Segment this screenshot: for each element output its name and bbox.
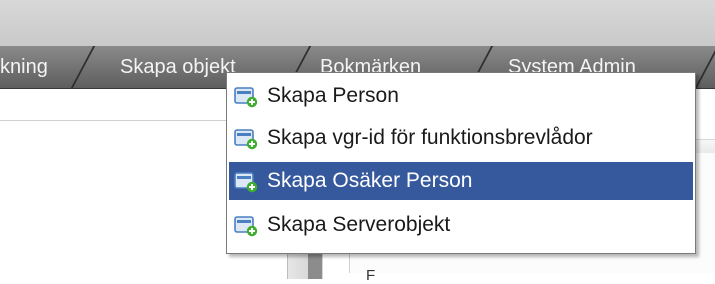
tab-separator <box>70 46 96 88</box>
add-card-icon <box>234 129 258 150</box>
tab-label: Skapa objekt <box>120 56 236 78</box>
tab-search[interactable]: kning <box>0 48 62 86</box>
menu-item-create-server-object[interactable]: Skapa Serverobjekt <box>229 206 693 244</box>
create-object-dropdown: Skapa Person Skapa vgr-id för funktionsb… <box>226 72 696 254</box>
menu-item-label: Skapa Osäker Person <box>267 169 473 192</box>
right-pane-fragment: F <box>366 267 376 284</box>
menu-item-label: Skapa vgr-id för funktionsbrevlådor <box>267 126 593 149</box>
menu-item-create-person[interactable]: Skapa Person <box>229 77 693 115</box>
menu-item-label: Skapa Person <box>267 84 399 107</box>
window-top-band <box>0 0 715 46</box>
tab-label: kning <box>0 56 48 78</box>
menu-item-label: Skapa Serverobjekt <box>267 213 451 236</box>
add-card-icon <box>234 87 258 108</box>
menu-item-create-vgr-id[interactable]: Skapa vgr-id för funktionsbrevlådor <box>229 119 693 157</box>
add-card-icon <box>234 172 258 193</box>
add-card-icon <box>234 216 258 237</box>
menu-item-create-uncertain-person[interactable]: Skapa Osäker Person <box>229 162 693 200</box>
